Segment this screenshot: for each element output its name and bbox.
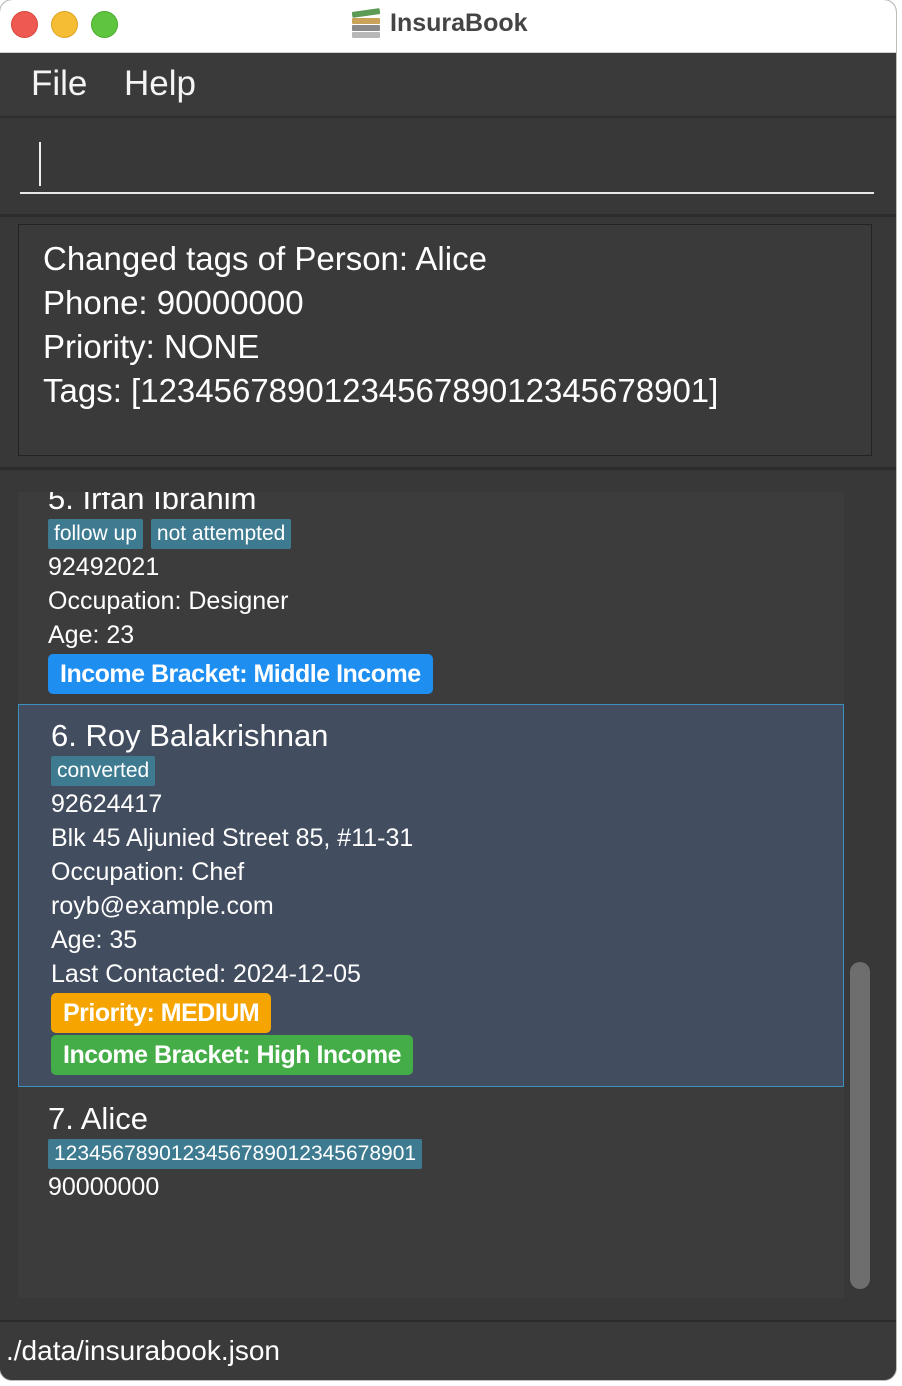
person-phone: 92624417: [51, 790, 163, 818]
person-card-selected[interactable]: 6. Roy Balakrishnan converted 92624417 B…: [18, 704, 844, 1087]
person-list[interactable]: 5. Irfan Ibrahim follow up not attempted…: [18, 492, 844, 1298]
tag: converted: [51, 756, 156, 786]
books-icon: [350, 8, 382, 38]
person-phone: 92492021: [48, 553, 160, 581]
person-occupation: Occupation: Designer: [48, 587, 289, 615]
command-box-panel: [0, 118, 896, 217]
result-line: Priority: NONE: [43, 328, 260, 365]
person-age: Age: 23: [48, 621, 135, 649]
result-display: Changed tags of Person: Alice Phone: 900…: [18, 224, 872, 456]
command-input[interactable]: [20, 140, 874, 194]
person-card[interactable]: 7. Alice 1234567890123456789012345678901…: [18, 1100, 844, 1210]
minimize-window-button[interactable]: [51, 11, 78, 38]
person-list-panel: 5. Irfan Ibrahim follow up not attempted…: [0, 470, 896, 1318]
menu-file[interactable]: File: [31, 64, 87, 104]
income-bracket-badge: Income Bracket: High Income: [51, 1035, 413, 1075]
tag-list: follow up not attempted: [48, 518, 844, 550]
result-line: Phone: 90000000: [43, 284, 304, 321]
person-address: Blk 45 Aljunied Street 85, #11-31: [51, 824, 414, 852]
close-window-button[interactable]: [11, 11, 38, 38]
priority-badge: Priority: MEDIUM: [51, 993, 272, 1033]
tag-list: converted: [51, 755, 843, 787]
tag: not attempted: [150, 519, 292, 549]
tag: follow up: [48, 519, 143, 549]
tag: 1234567890123456789012345678901: [48, 1139, 423, 1169]
window-title: InsuraBook: [390, 8, 528, 37]
text-caret: [39, 142, 41, 186]
app-window: InsuraBook File Help Changed tags of Per…: [0, 0, 896, 1380]
person-name: 6. Roy Balakrishnan: [51, 718, 329, 753]
maximize-window-button[interactable]: [91, 11, 118, 38]
person-age: Age: 35: [51, 926, 138, 954]
person-card[interactable]: 5. Irfan Ibrahim follow up not attempted…: [18, 492, 844, 704]
tag-list: 1234567890123456789012345678901: [48, 1138, 844, 1170]
menu-bar: File Help: [0, 53, 896, 118]
result-display-panel: Changed tags of Person: Alice Phone: 900…: [0, 217, 896, 470]
menu-help[interactable]: Help: [124, 64, 196, 104]
person-name: 7. Alice: [48, 1101, 148, 1136]
result-line: Changed tags of Person: Alice: [43, 240, 487, 277]
income-bracket-badge: Income Bracket: Middle Income: [48, 654, 433, 694]
person-name: 5. Irfan Ibrahim: [48, 492, 257, 516]
person-last-contacted: Last Contacted: 2024-12-05: [51, 960, 361, 988]
scrollbar-thumb[interactable]: [850, 962, 870, 1289]
person-phone: 90000000: [48, 1173, 160, 1201]
title-bar: InsuraBook: [0, 0, 896, 53]
window-title-group: InsuraBook: [350, 6, 528, 40]
person-email: royb@example.com: [51, 892, 274, 920]
result-line: Tags: [1234567890123456789012345678901]: [43, 372, 719, 409]
person-occupation: Occupation: Chef: [51, 858, 245, 886]
save-location-path: ./data/insurabook.json: [6, 1335, 280, 1366]
status-bar: ./data/insurabook.json: [0, 1320, 896, 1380]
